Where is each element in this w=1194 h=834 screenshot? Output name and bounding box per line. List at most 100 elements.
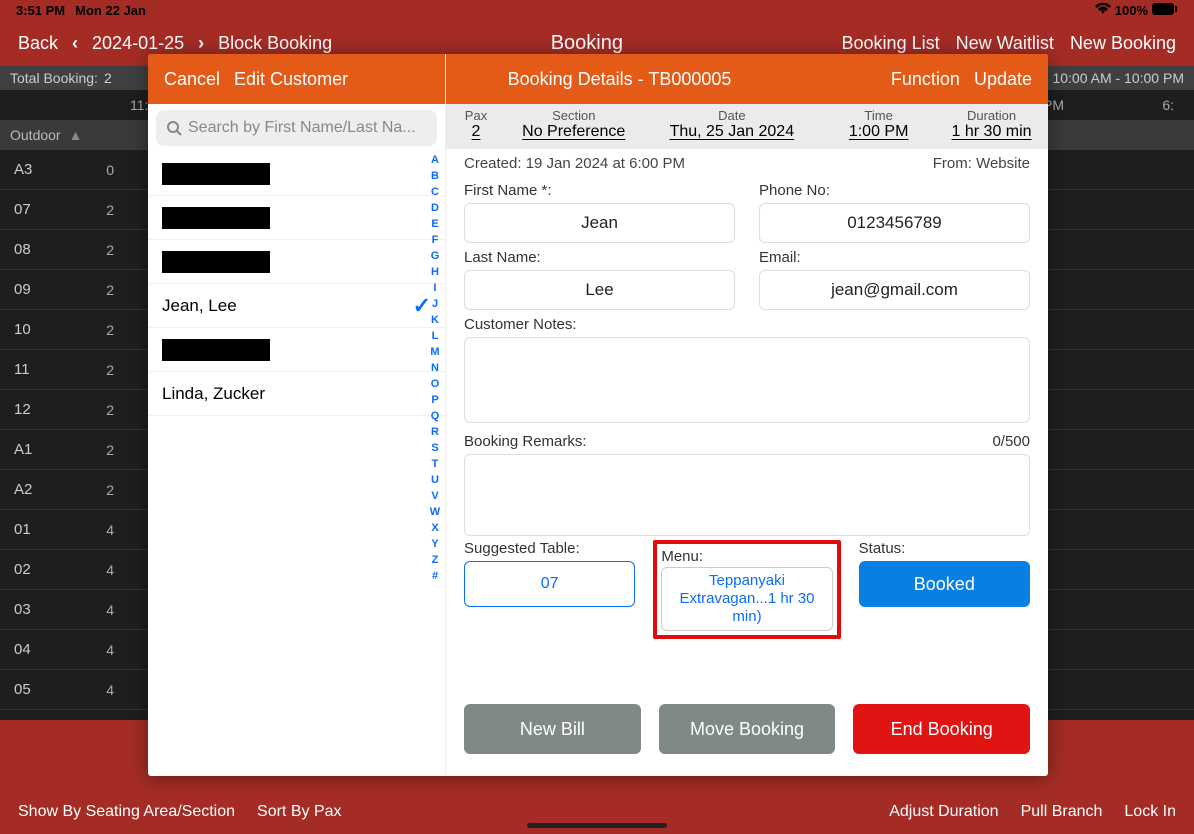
customer-notes-field[interactable] <box>464 337 1030 423</box>
sort-by-button[interactable]: Sort By Pax <box>257 803 341 821</box>
list-item-linda[interactable]: Linda, Zucker <box>148 372 445 416</box>
index-letter[interactable]: I <box>433 282 436 294</box>
index-letter[interactable]: R <box>431 426 439 438</box>
lock-in-button[interactable]: Lock In <box>1124 803 1176 821</box>
list-item-jean[interactable]: Jean, Lee ✓ <box>148 284 445 328</box>
booking-form-panel: Pax 2 Section No Preference Date Thu, 25… <box>446 54 1048 776</box>
summary-section[interactable]: Section No Preference <box>506 104 642 149</box>
first-name-field[interactable]: Jean <box>464 203 735 243</box>
index-letter[interactable]: T <box>432 458 439 470</box>
end-booking-button[interactable]: End Booking <box>853 704 1030 754</box>
block-booking-button[interactable]: Block Booking <box>218 33 332 54</box>
table-capacity: 2 <box>84 282 114 298</box>
index-letter[interactable]: G <box>431 250 440 262</box>
customer-name: Linda, Zucker <box>162 384 265 404</box>
pull-branch-button[interactable]: Pull Branch <box>1021 803 1103 821</box>
search-placeholder: Search by First Name/Last Na... <box>188 119 416 137</box>
table-name: A1 <box>14 441 84 458</box>
summary-time[interactable]: Time 1:00 PM <box>822 104 935 149</box>
function-button[interactable]: Function <box>891 69 960 90</box>
list-item[interactable] <box>148 196 445 240</box>
battery-icon <box>1152 3 1178 18</box>
index-letter[interactable]: J <box>432 298 438 310</box>
booking-details-modal: Cancel Edit Customer Booking Details - T… <box>148 54 1048 776</box>
list-item[interactable] <box>148 328 445 372</box>
back-button[interactable]: Back <box>18 33 58 54</box>
index-letter[interactable]: W <box>430 506 440 518</box>
prev-date-icon[interactable]: ‹ <box>72 33 78 54</box>
total-booking-label: Total Booking: <box>10 70 98 86</box>
table-name: 05 <box>14 681 84 698</box>
list-item[interactable] <box>148 240 445 284</box>
index-letter[interactable]: F <box>432 234 439 246</box>
index-letter[interactable]: B <box>431 170 439 182</box>
table-capacity: 2 <box>84 202 114 218</box>
adjust-duration-button[interactable]: Adjust Duration <box>889 803 998 821</box>
index-letter[interactable]: C <box>431 186 439 198</box>
move-booking-button[interactable]: Move Booking <box>659 704 836 754</box>
phone-label: Phone No: <box>759 182 1030 199</box>
last-name-field[interactable]: Lee <box>464 270 735 310</box>
table-capacity: 4 <box>84 562 114 578</box>
phone-field[interactable]: 0123456789 <box>759 203 1030 243</box>
customer-name: Jean, Lee <box>162 296 237 316</box>
index-letter[interactable]: Z <box>432 554 439 566</box>
index-letter[interactable]: D <box>431 202 439 214</box>
index-letter[interactable]: V <box>431 490 438 502</box>
table-capacity: 4 <box>84 522 114 538</box>
table-name: A3 <box>14 161 84 178</box>
menu-highlight-box: Menu: Teppanyaki Extravagan...1 hr 30 mi… <box>653 540 840 639</box>
index-letter[interactable]: # <box>432 570 438 582</box>
index-letter[interactable]: U <box>431 474 439 486</box>
next-date-icon[interactable]: › <box>198 33 204 54</box>
index-letter[interactable]: E <box>431 218 438 230</box>
alpha-index[interactable]: ABCDEFGHIJKLMNOPQRSTUVWXYZ # <box>427 154 443 766</box>
index-letter[interactable]: O <box>431 378 440 390</box>
created-text: Created: 19 Jan 2024 at 6:00 PM <box>464 155 685 172</box>
table-capacity: 2 <box>84 362 114 378</box>
wifi-icon <box>1095 3 1111 18</box>
status-time: 3:51 PM <box>16 3 65 18</box>
index-letter[interactable]: P <box>431 394 438 406</box>
table-name: 02 <box>14 561 84 578</box>
status-value[interactable]: Booked <box>859 561 1030 607</box>
new-booking-button[interactable]: New Booking <box>1070 33 1176 54</box>
menu-value[interactable]: Teppanyaki Extravagan...1 hr 30 min) <box>661 567 832 631</box>
table-name: 07 <box>14 201 84 218</box>
table-capacity: 2 <box>84 322 114 338</box>
redacted-name <box>162 207 270 229</box>
index-letter[interactable]: K <box>431 314 439 326</box>
index-letter[interactable]: L <box>432 330 439 342</box>
new-waitlist-button[interactable]: New Waitlist <box>956 33 1054 54</box>
booking-list-button[interactable]: Booking List <box>842 33 940 54</box>
index-letter[interactable]: N <box>431 362 439 374</box>
index-letter[interactable]: S <box>431 442 438 454</box>
summary-pax[interactable]: Pax 2 <box>446 104 506 149</box>
table-name: 03 <box>14 601 84 618</box>
show-by-button[interactable]: Show By Seating Area/Section <box>18 803 235 821</box>
list-item[interactable] <box>148 152 445 196</box>
last-name-label: Last Name: <box>464 249 735 266</box>
index-letter[interactable]: A <box>431 154 439 166</box>
summary-duration[interactable]: Duration 1 hr 30 min <box>935 104 1048 149</box>
summary-date[interactable]: Date Thu, 25 Jan 2024 <box>642 104 823 149</box>
index-letter[interactable]: Q <box>431 410 440 422</box>
from-text: From: Website <box>933 155 1030 172</box>
table-capacity: 4 <box>84 602 114 618</box>
index-letter[interactable]: X <box>431 522 438 534</box>
booking-summary: Pax 2 Section No Preference Date Thu, 25… <box>446 104 1048 149</box>
index-letter[interactable]: M <box>430 346 439 358</box>
index-letter[interactable]: H <box>431 266 439 278</box>
suggested-table-value[interactable]: 07 <box>464 561 635 607</box>
booking-remarks-field[interactable] <box>464 454 1030 536</box>
search-input[interactable]: Search by First Name/Last Na... <box>156 110 437 146</box>
email-field[interactable]: jean@gmail.com <box>759 270 1030 310</box>
update-button[interactable]: Update <box>974 69 1032 90</box>
table-capacity: 2 <box>84 482 114 498</box>
table-name: 10 <box>14 321 84 338</box>
first-name-label: First Name *: <box>464 182 735 199</box>
nav-date[interactable]: 2024-01-25 <box>92 33 184 54</box>
new-bill-button[interactable]: New Bill <box>464 704 641 754</box>
table-name: 01 <box>14 521 84 538</box>
index-letter[interactable]: Y <box>431 538 438 550</box>
